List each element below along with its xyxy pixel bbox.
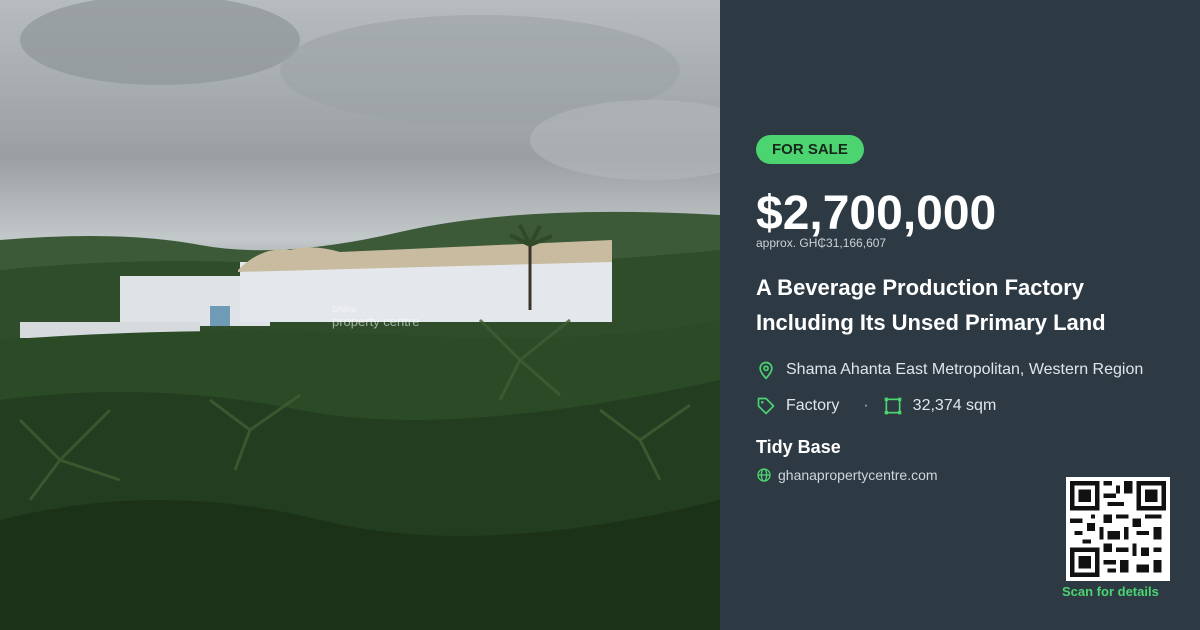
location-row: Shama Ahanta East Metropolitan, Western … (756, 360, 1143, 380)
website-row: ghanapropertycentre.com (756, 467, 938, 483)
property-type: Factory (786, 397, 840, 414)
separator-dot: · (863, 397, 869, 414)
status-badge: FOR SALE (756, 135, 864, 164)
tag-icon (757, 397, 775, 415)
agent-name: Tidy Base (756, 437, 841, 457)
price: $2,700,000 (756, 187, 997, 240)
details-panel: FOR SALE $2,700,000 approx. GH₵31,166,60… (720, 0, 1200, 630)
listing-card: Ghana property centre FOR SALE $2,700,00… (0, 0, 1200, 630)
website-link[interactable]: ghanapropertycentre.com (778, 467, 938, 483)
meta-row: Factory · 32,374 sqm (756, 396, 996, 416)
location-text: Shama Ahanta East Metropolitan, Western … (786, 361, 1144, 378)
watermark-line-1: Ghana (332, 305, 357, 314)
watermark-line-2: property centre (332, 314, 420, 329)
property-photo: Ghana property centre (0, 0, 720, 630)
globe-icon (757, 468, 771, 482)
scan-label: Scan for details (1062, 584, 1159, 599)
qr-code[interactable] (1066, 477, 1170, 581)
watermark: Ghana property centre (296, 305, 419, 329)
property-area: 32,374 sqm (912, 397, 997, 414)
area-icon (884, 397, 902, 415)
map-pin-icon (759, 361, 773, 380)
listing-title: A Beverage Production Factory Including … (756, 275, 1106, 335)
approx-price: approx. GH₵31,166,607 (756, 236, 887, 250)
